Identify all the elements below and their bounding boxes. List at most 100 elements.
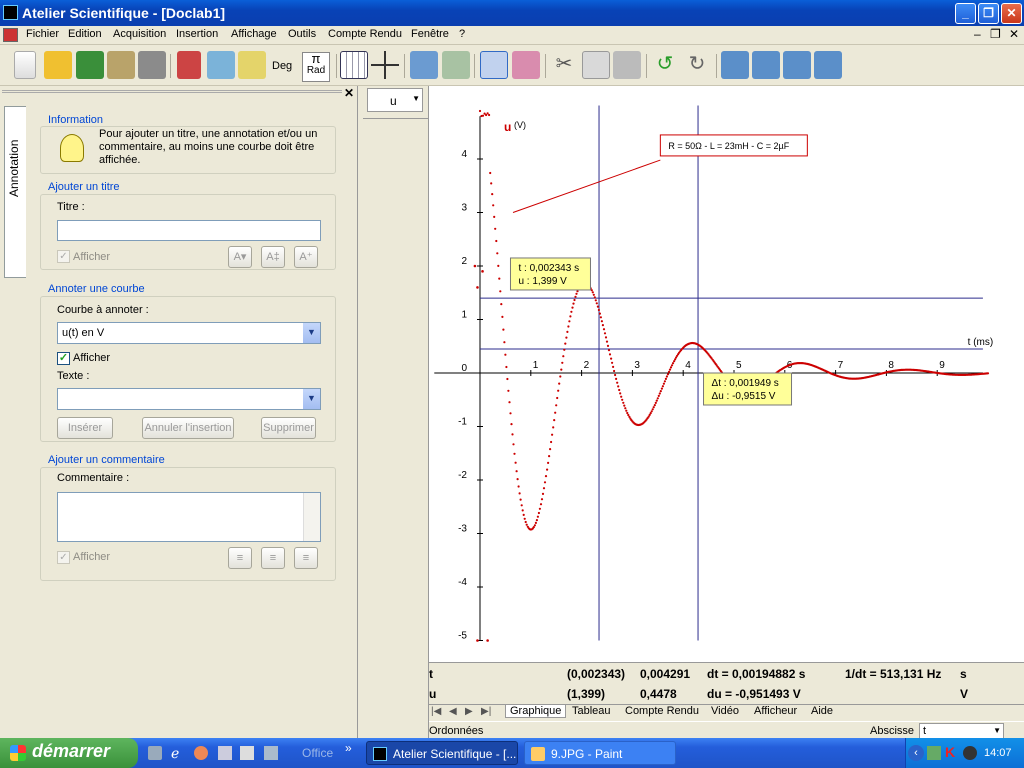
curve-select[interactable]: u(t) en V ▼	[57, 322, 321, 344]
menu-fenetre[interactable]: Fenêtre	[411, 28, 449, 40]
title-show-checkbox[interactable]: ✓	[57, 250, 70, 263]
close-button[interactable]: ✕	[1001, 3, 1022, 24]
window-layout3-icon[interactable]	[783, 51, 811, 79]
cut-icon[interactable]: ✂	[550, 51, 578, 79]
data-point	[493, 216, 495, 218]
x-tick-label: 1	[533, 360, 539, 371]
deg-button[interactable]: Deg	[272, 60, 292, 72]
quicklaunch-app3-icon[interactable]	[264, 746, 278, 760]
comment-scrollbar[interactable]	[303, 493, 320, 541]
draw-icon[interactable]	[512, 51, 540, 79]
tray-k-icon[interactable]: K	[945, 744, 955, 760]
task-atelier[interactable]: Atelier Scientifique - [...	[366, 741, 518, 765]
title-input[interactable]	[57, 220, 321, 241]
chevron-down-icon[interactable]: ▼	[993, 726, 1001, 735]
align-left-icon[interactable]: ≡	[228, 547, 252, 569]
tray-network-icon[interactable]	[927, 746, 941, 760]
quicklaunch-app1-icon[interactable]	[218, 746, 232, 760]
font-size-icon[interactable]: A▾	[228, 246, 252, 268]
task-paint[interactable]: 9.JPG - Paint	[524, 741, 676, 765]
cancel-insertion-button[interactable]: Annuler l'insertion	[142, 417, 234, 439]
data-point	[566, 331, 568, 333]
redo-icon[interactable]: ↻	[683, 51, 711, 79]
insert-button[interactable]: Insérer	[57, 417, 113, 439]
tab-afficheur[interactable]: Afficheur	[754, 705, 797, 717]
window-layout2-icon[interactable]	[752, 51, 780, 79]
tab-prev-icon[interactable]: ◀	[449, 706, 457, 717]
menu-insertion[interactable]: Insertion	[176, 28, 218, 40]
delete-button[interactable]: Supprimer	[261, 417, 316, 439]
chevron-down-icon[interactable]: ▼	[412, 94, 420, 103]
open-folder-icon[interactable]	[44, 51, 72, 79]
tray-expand-icon[interactable]: ‹	[908, 745, 924, 761]
annotation-icon[interactable]	[480, 51, 508, 79]
data-point	[607, 345, 609, 347]
comment-textarea[interactable]	[57, 492, 321, 542]
menu-affichage[interactable]: Affichage	[231, 28, 277, 40]
save-as-icon[interactable]	[107, 51, 135, 79]
tab-video[interactable]: Vidéo	[711, 705, 739, 717]
menu-edition[interactable]: Edition	[68, 28, 102, 40]
graph-area[interactable]: 123456789 -5-4-3-2-101234 u (V) t (ms) R…	[429, 86, 1024, 662]
data-point	[591, 289, 593, 291]
quicklaunch-desktop-icon[interactable]	[148, 746, 162, 760]
chevron-down-icon[interactable]: ▼	[303, 389, 320, 409]
grid-icon[interactable]	[340, 51, 368, 79]
tab-tableau[interactable]: Tableau	[572, 705, 611, 717]
data-point	[609, 353, 611, 355]
save-icon[interactable]	[76, 51, 104, 79]
panel-close-icon[interactable]: ✕	[344, 86, 354, 100]
tab-aide[interactable]: Aide	[811, 705, 833, 717]
maximize-button[interactable]: ❐	[978, 3, 999, 24]
paste-icon[interactable]	[613, 51, 641, 79]
tray-app-icon[interactable]	[963, 746, 977, 760]
chevron-down-icon[interactable]: ▼	[303, 323, 320, 343]
tab-graphique[interactable]: Graphique	[505, 705, 566, 718]
data-point	[502, 329, 504, 331]
copy-icon[interactable]	[582, 51, 610, 79]
magic-wand-icon[interactable]	[238, 51, 266, 79]
data-point	[485, 114, 487, 116]
minimize-button[interactable]: _	[955, 3, 976, 24]
new-document-icon[interactable]	[14, 51, 36, 79]
undo-icon[interactable]: ↺	[651, 51, 679, 79]
tab-next-icon[interactable]: ▶	[465, 706, 473, 717]
menu-help[interactable]: ?	[459, 28, 465, 40]
window-layout1-icon[interactable]	[721, 51, 749, 79]
window-layout4-icon[interactable]	[814, 51, 842, 79]
menu-compte-rendu[interactable]: Compte Rendu	[328, 28, 402, 40]
quicklaunch-ie-icon[interactable]: ℯ	[171, 745, 179, 762]
camera-icon[interactable]	[207, 51, 235, 79]
font-style-icon[interactable]: A‡	[261, 246, 285, 268]
modelize-icon[interactable]	[410, 51, 438, 79]
text-combobox[interactable]: ▼	[57, 388, 321, 410]
chart-svg[interactable]: 123456789 -5-4-3-2-101234 u (V) t (ms) R…	[429, 86, 1024, 662]
menu-acquisition[interactable]: Acquisition	[113, 28, 166, 40]
quicklaunch-app2-icon[interactable]	[240, 746, 254, 760]
chevron-right-icon[interactable]: »	[345, 741, 352, 755]
align-right-icon[interactable]: ≡	[294, 547, 318, 569]
print-icon[interactable]	[138, 51, 166, 79]
menu-fichier[interactable]: Fichier	[26, 28, 59, 40]
rad-button[interactable]: π Rad	[302, 52, 330, 82]
font-color-icon[interactable]: A⁺	[294, 246, 318, 268]
probe-icon[interactable]	[177, 51, 201, 79]
start-button[interactable]: démarrer	[0, 738, 138, 768]
crosshair-icon[interactable]	[371, 51, 399, 79]
calculator-icon[interactable]	[442, 51, 470, 79]
office-toolbar[interactable]: Office	[302, 746, 333, 760]
tab-compte-rendu[interactable]: Compte Rendu	[625, 705, 699, 717]
quicklaunch-firefox-icon[interactable]	[194, 746, 208, 760]
tab-annotation[interactable]: Annotation	[4, 106, 26, 278]
mdi-restore-icon[interactable]: ❐	[990, 27, 1001, 41]
align-center-icon[interactable]: ≡	[261, 547, 285, 569]
ordinate-select[interactable]: u ▼	[367, 88, 423, 112]
annotate-show-checkbox[interactable]: ✓	[57, 352, 70, 365]
menu-outils[interactable]: Outils	[288, 28, 316, 40]
tab-first-icon[interactable]: |◀	[431, 706, 441, 717]
tab-last-icon[interactable]: ▶|	[481, 706, 491, 717]
mdi-minimize-icon[interactable]: –	[974, 27, 981, 41]
mdi-close-icon[interactable]: ✕	[1009, 27, 1019, 41]
data-point	[593, 294, 595, 296]
comment-show-checkbox[interactable]: ✓	[57, 551, 70, 564]
